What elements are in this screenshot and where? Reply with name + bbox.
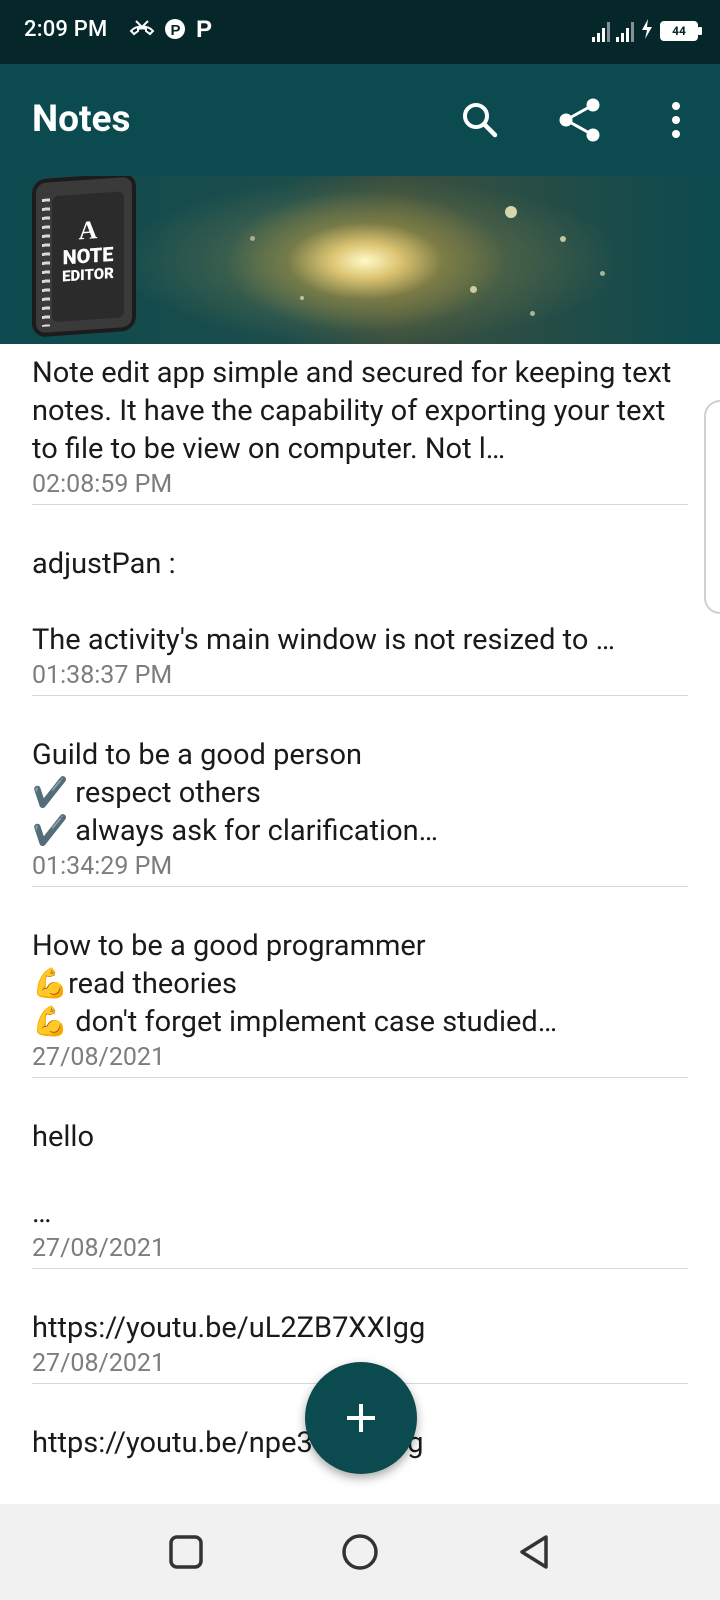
charging-icon [640, 18, 654, 44]
header-banner: A NOTE EDITOR [0, 176, 720, 344]
notes-list: Note edit app simple and secured for kee… [32, 344, 688, 1464]
list-item[interactable]: How to be a good programmer 💪read theori… [32, 887, 688, 1078]
logo-line-editor: EDITOR [62, 263, 114, 286]
recents-button[interactable] [162, 1528, 210, 1576]
note-body: Guild to be a good person ✔️ respect oth… [32, 738, 439, 848]
home-button[interactable] [336, 1528, 384, 1576]
notebook-spiral [42, 198, 50, 327]
svg-text:P: P [171, 22, 181, 39]
status-notification-icons: P P [128, 16, 216, 45]
signal-icon [616, 20, 634, 42]
more-vert-icon [672, 102, 680, 138]
share-icon [559, 98, 600, 142]
signal-icon [592, 20, 610, 42]
p-app-icon: P [164, 17, 186, 45]
app-logo: A NOTE EDITOR [32, 176, 136, 338]
more-options-button[interactable] [652, 96, 700, 144]
svg-text:P: P [196, 17, 212, 41]
back-triangle-icon [520, 1535, 548, 1569]
list-item[interactable]: hello … 27/08/2021 [32, 1078, 688, 1269]
system-nav-bar [0, 1504, 720, 1600]
list-item[interactable]: Note edit app simple and secured for kee… [32, 344, 688, 505]
share-button[interactable] [556, 96, 604, 144]
note-body: How to be a good programmer 💪read theori… [32, 929, 558, 1039]
add-note-button[interactable] [305, 1362, 417, 1474]
p-app-icon: P [194, 16, 216, 45]
note-timestamp: 27/08/2021 [32, 1234, 166, 1263]
status-bar: 2:09 PM P P 44 [0, 0, 720, 64]
note-body: https://youtu.be/uL2ZB7XXIgg [32, 1311, 426, 1345]
app-bar: Notes [0, 64, 720, 176]
status-time: 2:09 PM [24, 17, 108, 42]
list-item[interactable]: Guild to be a good person ✔️ respect oth… [32, 696, 688, 887]
note-body: adjustPan : The activity's main window i… [32, 547, 615, 657]
home-circle-icon [342, 1534, 378, 1570]
status-system-icons: 44 [592, 18, 702, 44]
back-button[interactable] [510, 1528, 558, 1576]
battery-icon: 44 [660, 21, 702, 41]
recents-square-icon [169, 1535, 203, 1569]
note-timestamp: 01:34:29 PM [32, 852, 173, 881]
note-body: hello … [32, 1120, 94, 1230]
missed-call-icon [128, 17, 156, 45]
search-button[interactable] [456, 96, 504, 144]
page-title: Notes [32, 98, 131, 141]
list-item[interactable]: adjustPan : The activity's main window i… [32, 505, 688, 696]
note-body: Note edit app simple and secured for kee… [32, 356, 672, 466]
plus-icon [347, 1404, 375, 1432]
note-timestamp: 02:08:59 PM [32, 470, 173, 499]
note-timestamp: 01:38:37 PM [32, 661, 173, 690]
edge-panel-handle[interactable] [704, 400, 720, 614]
search-icon [463, 103, 498, 138]
note-timestamp: 27/08/2021 [32, 1043, 166, 1072]
